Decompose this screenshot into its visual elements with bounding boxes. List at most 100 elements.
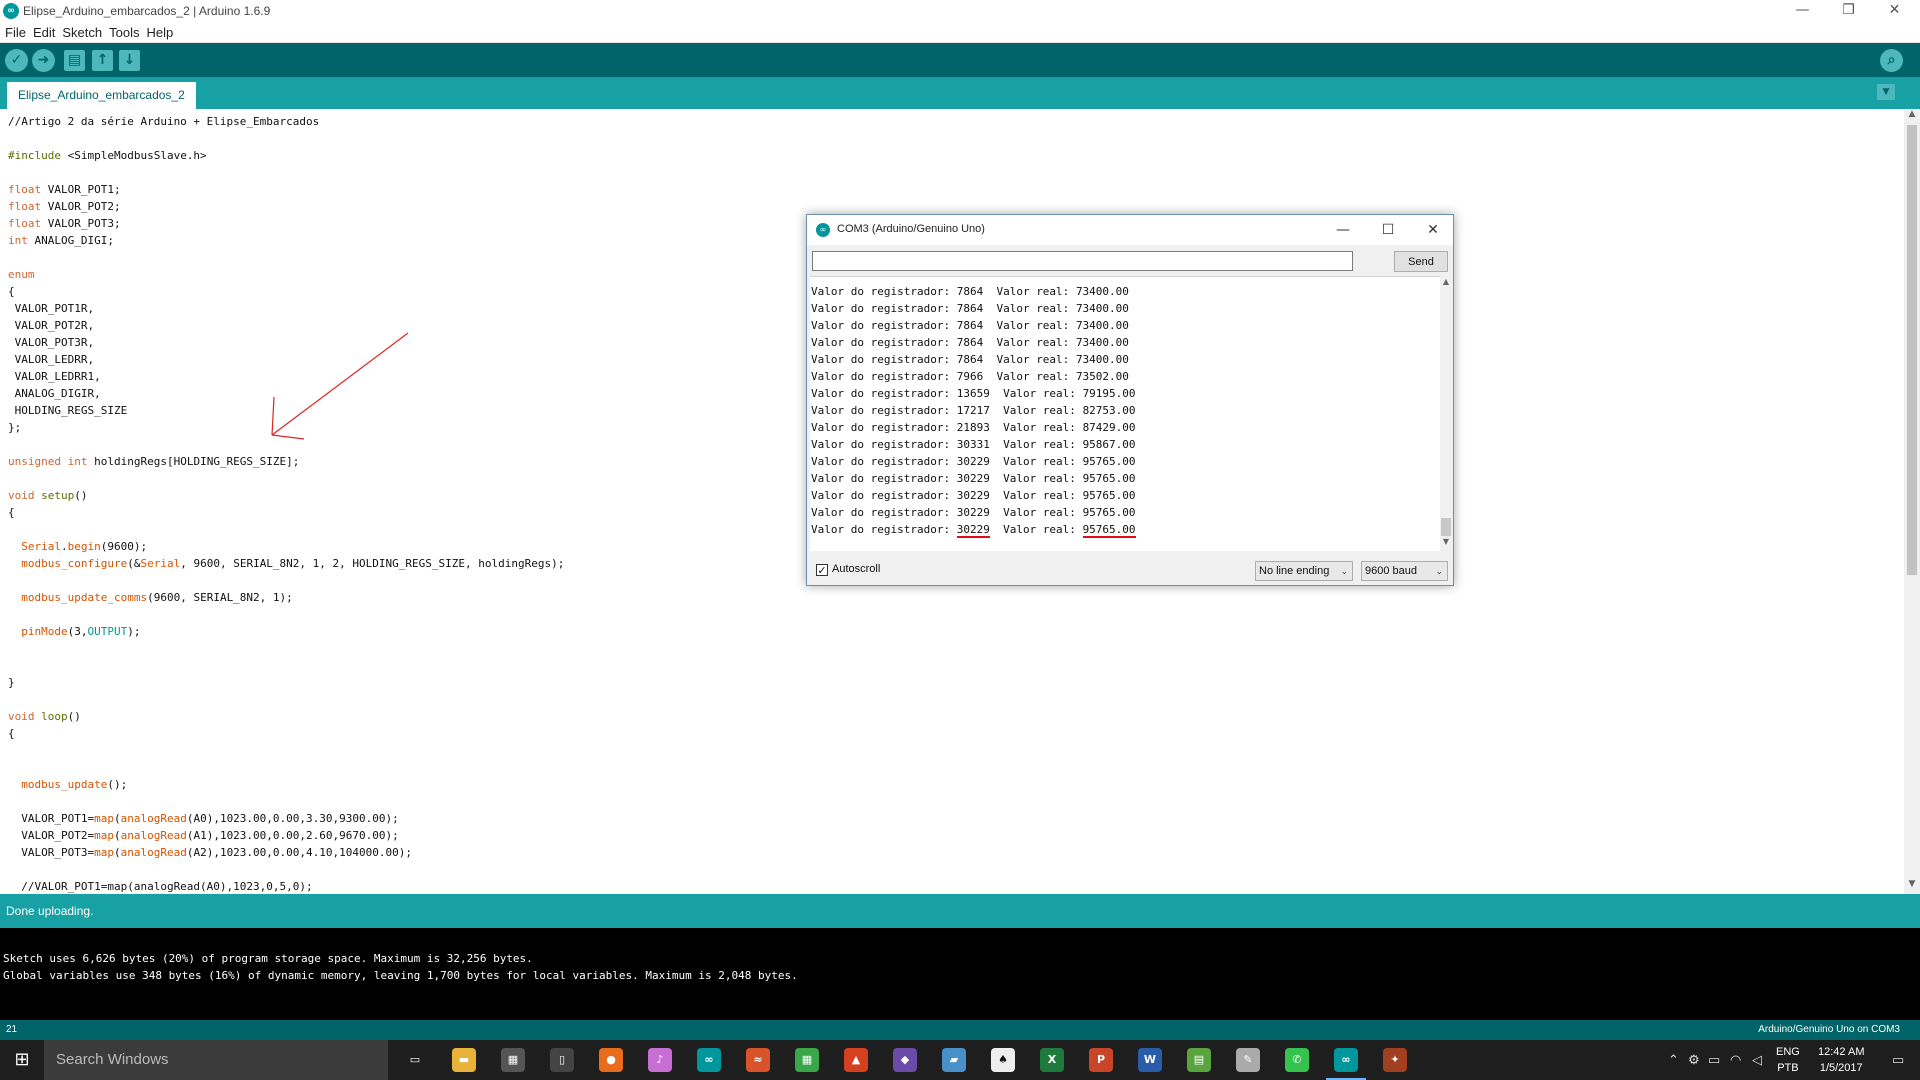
serial-reg-value: 7864 <box>956 353 984 366</box>
serial-reg-value: 13659 <box>956 387 990 400</box>
close-icon[interactable]: ✕ <box>1872 0 1917 22</box>
menu-file[interactable]: File <box>0 23 26 40</box>
powerpoint-icon[interactable]: P <box>1089 1048 1113 1072</box>
volume-icon[interactable]: ◁ <box>1752 1052 1762 1068</box>
serial-real-value: 95765.00 <box>1082 523 1136 538</box>
notification-icon[interactable]: ▭ <box>1892 1052 1904 1068</box>
battery-icon[interactable]: ▭ <box>1708 1052 1720 1068</box>
menu-edit[interactable]: Edit <box>26 23 55 40</box>
serial-reg-label: Valor do registrador: <box>811 472 957 485</box>
serial-scrollbar[interactable]: ▲ ▼ <box>1440 276 1452 550</box>
upload-icon[interactable]: ➜ <box>32 49 55 72</box>
minimize-icon[interactable]: — <box>1780 0 1825 22</box>
code-token: { <box>8 727 15 740</box>
firefox-icon[interactable]: ● <box>599 1048 623 1072</box>
phone-icon[interactable]: ▯ <box>550 1048 574 1072</box>
serial-real-value: 73400.00 <box>1075 336 1129 349</box>
serial-line: Valor do registrador: 30229 Valor real: … <box>810 470 1440 487</box>
serial-reg-label: Valor do registrador: <box>811 387 957 400</box>
scroll-up-icon[interactable]: ▲ <box>1904 109 1920 119</box>
serial-input[interactable] <box>812 251 1353 271</box>
tools-icon[interactable]: ✎ <box>1236 1048 1260 1072</box>
taskbar-search[interactable]: Search Windows <box>44 1040 388 1080</box>
tab-elipse-arduino[interactable]: Elipse_Arduino_embarcados_2 <box>7 82 196 109</box>
editor-scrollbar[interactable]: ▲ ▼ <box>1904 109 1920 894</box>
serial-reg-value: 30229 <box>956 489 990 502</box>
serial-monitor-icon[interactable]: ⌕ <box>1880 49 1903 72</box>
code-token: Serial <box>21 540 61 553</box>
wifi-icon[interactable]: ◠ <box>1730 1052 1741 1068</box>
open-sketch-icon[interactable]: ↑ <box>92 50 113 71</box>
code-token: <SimpleModbusSlave.h> <box>60 149 207 162</box>
file-explorer-icon[interactable]: ▬ <box>452 1048 476 1072</box>
cloud-app-icon[interactable]: ≈ <box>746 1048 770 1072</box>
cards-game-icon[interactable]: ♠ <box>991 1048 1015 1072</box>
excel-icon[interactable]: X <box>1040 1048 1064 1072</box>
network-icon[interactable]: ⚙ <box>1688 1052 1700 1068</box>
serial-title: COM3 (Arduino/Genuino Uno) <box>837 223 985 235</box>
code-token: VALOR_LEDRR1, <box>8 370 101 383</box>
tab-menu-icon[interactable]: ▼ <box>1877 84 1895 100</box>
serial-real-value: 95867.00 <box>1082 438 1136 451</box>
serial-reg-label: Valor do registrador: <box>811 319 957 332</box>
clock[interactable]: 12:42 AM 1/5/2017 <box>1818 1044 1864 1076</box>
task-view-icon[interactable]: ▭ <box>403 1048 427 1072</box>
chevron-up-icon[interactable]: ⌃ <box>1668 1052 1679 1068</box>
verify-icon[interactable]: ✓ <box>5 49 28 72</box>
code-token: ( <box>113 829 121 842</box>
serial-close-icon[interactable]: ✕ <box>1413 219 1453 241</box>
whatsapp-icon[interactable]: ✆ <box>1285 1048 1309 1072</box>
serial-minimize-icon[interactable]: — <box>1323 219 1363 241</box>
serial-real-label: Valor real: <box>1003 523 1083 536</box>
autoscroll-checkbox[interactable]: ✓ <box>816 564 828 576</box>
serial-maximize-icon[interactable]: ☐ <box>1368 219 1408 241</box>
serial-line: Valor do registrador: 13659 Valor real: … <box>810 385 1440 402</box>
send-button[interactable]: Send <box>1394 251 1448 272</box>
scroll-down-icon[interactable]: ▼ <box>1904 879 1920 889</box>
serial-real-value: 95765.00 <box>1082 472 1136 485</box>
code-token: int <box>8 234 28 247</box>
serial-real-value: 73502.00 <box>1075 370 1129 383</box>
baud-rate-select[interactable]: 9600 baud ⌄ <box>1361 561 1448 581</box>
menu-sketch[interactable]: Sketch <box>55 23 102 40</box>
serial-options: ✓ Autoscroll No line ending ⌄ 9600 baud ⌄ <box>807 555 1453 585</box>
scroll-up-icon[interactable]: ▲ <box>1440 277 1452 286</box>
arduino-icon[interactable]: ∞ <box>697 1048 721 1072</box>
menu-help[interactable]: Help <box>139 23 173 40</box>
restore-icon[interactable]: ❐ <box>1826 0 1871 22</box>
store-icon[interactable]: ▦ <box>795 1048 819 1072</box>
visual-studio-icon[interactable]: ◆ <box>893 1048 917 1072</box>
new-sketch-icon[interactable]: ▤ <box>64 50 85 71</box>
serial-reg-label: Valor do registrador: <box>811 353 957 366</box>
scroll-thumb[interactable] <box>1907 125 1917 575</box>
code-token: void <box>8 489 35 502</box>
serial-line: Valor do registrador: 30229 Valor real: … <box>810 504 1440 521</box>
serial-real-label: Valor real: <box>1003 506 1083 519</box>
menu-tools[interactable]: Tools <box>102 23 139 40</box>
notepad-icon[interactable]: ▤ <box>1187 1048 1211 1072</box>
windows-start-icon[interactable]: ⊞ <box>0 1040 44 1080</box>
notes-icon[interactable]: ▰ <box>942 1048 966 1072</box>
word-icon[interactable]: W <box>1138 1048 1162 1072</box>
code-token: ); <box>127 625 141 638</box>
save-sketch-icon[interactable]: ↓ <box>119 50 140 71</box>
scroll-thumb[interactable] <box>1441 518 1451 536</box>
line-ending-select[interactable]: No line ending ⌄ <box>1255 561 1353 581</box>
serial-reg-label: Valor do registrador: <box>811 404 957 417</box>
calculator-icon[interactable]: ▦ <box>501 1048 525 1072</box>
serial-line: Valor do registrador: 30229 Valor real: … <box>810 453 1440 470</box>
app-extra-icon[interactable]: ✦ <box>1383 1048 1407 1072</box>
serial-real-value: 95765.00 <box>1082 455 1136 468</box>
serial-reg-label: Valor do registrador: <box>811 506 957 519</box>
scroll-down-icon[interactable]: ▼ <box>1440 537 1452 546</box>
language-indicator[interactable]: ENG PTB <box>1776 1044 1800 1076</box>
itunes-icon[interactable]: ♪ <box>648 1048 672 1072</box>
arduino-active-icon[interactable]: ∞ <box>1326 1048 1366 1080</box>
status-message: Done uploading. <box>6 904 94 918</box>
matlab-icon[interactable]: ▲ <box>844 1048 868 1072</box>
